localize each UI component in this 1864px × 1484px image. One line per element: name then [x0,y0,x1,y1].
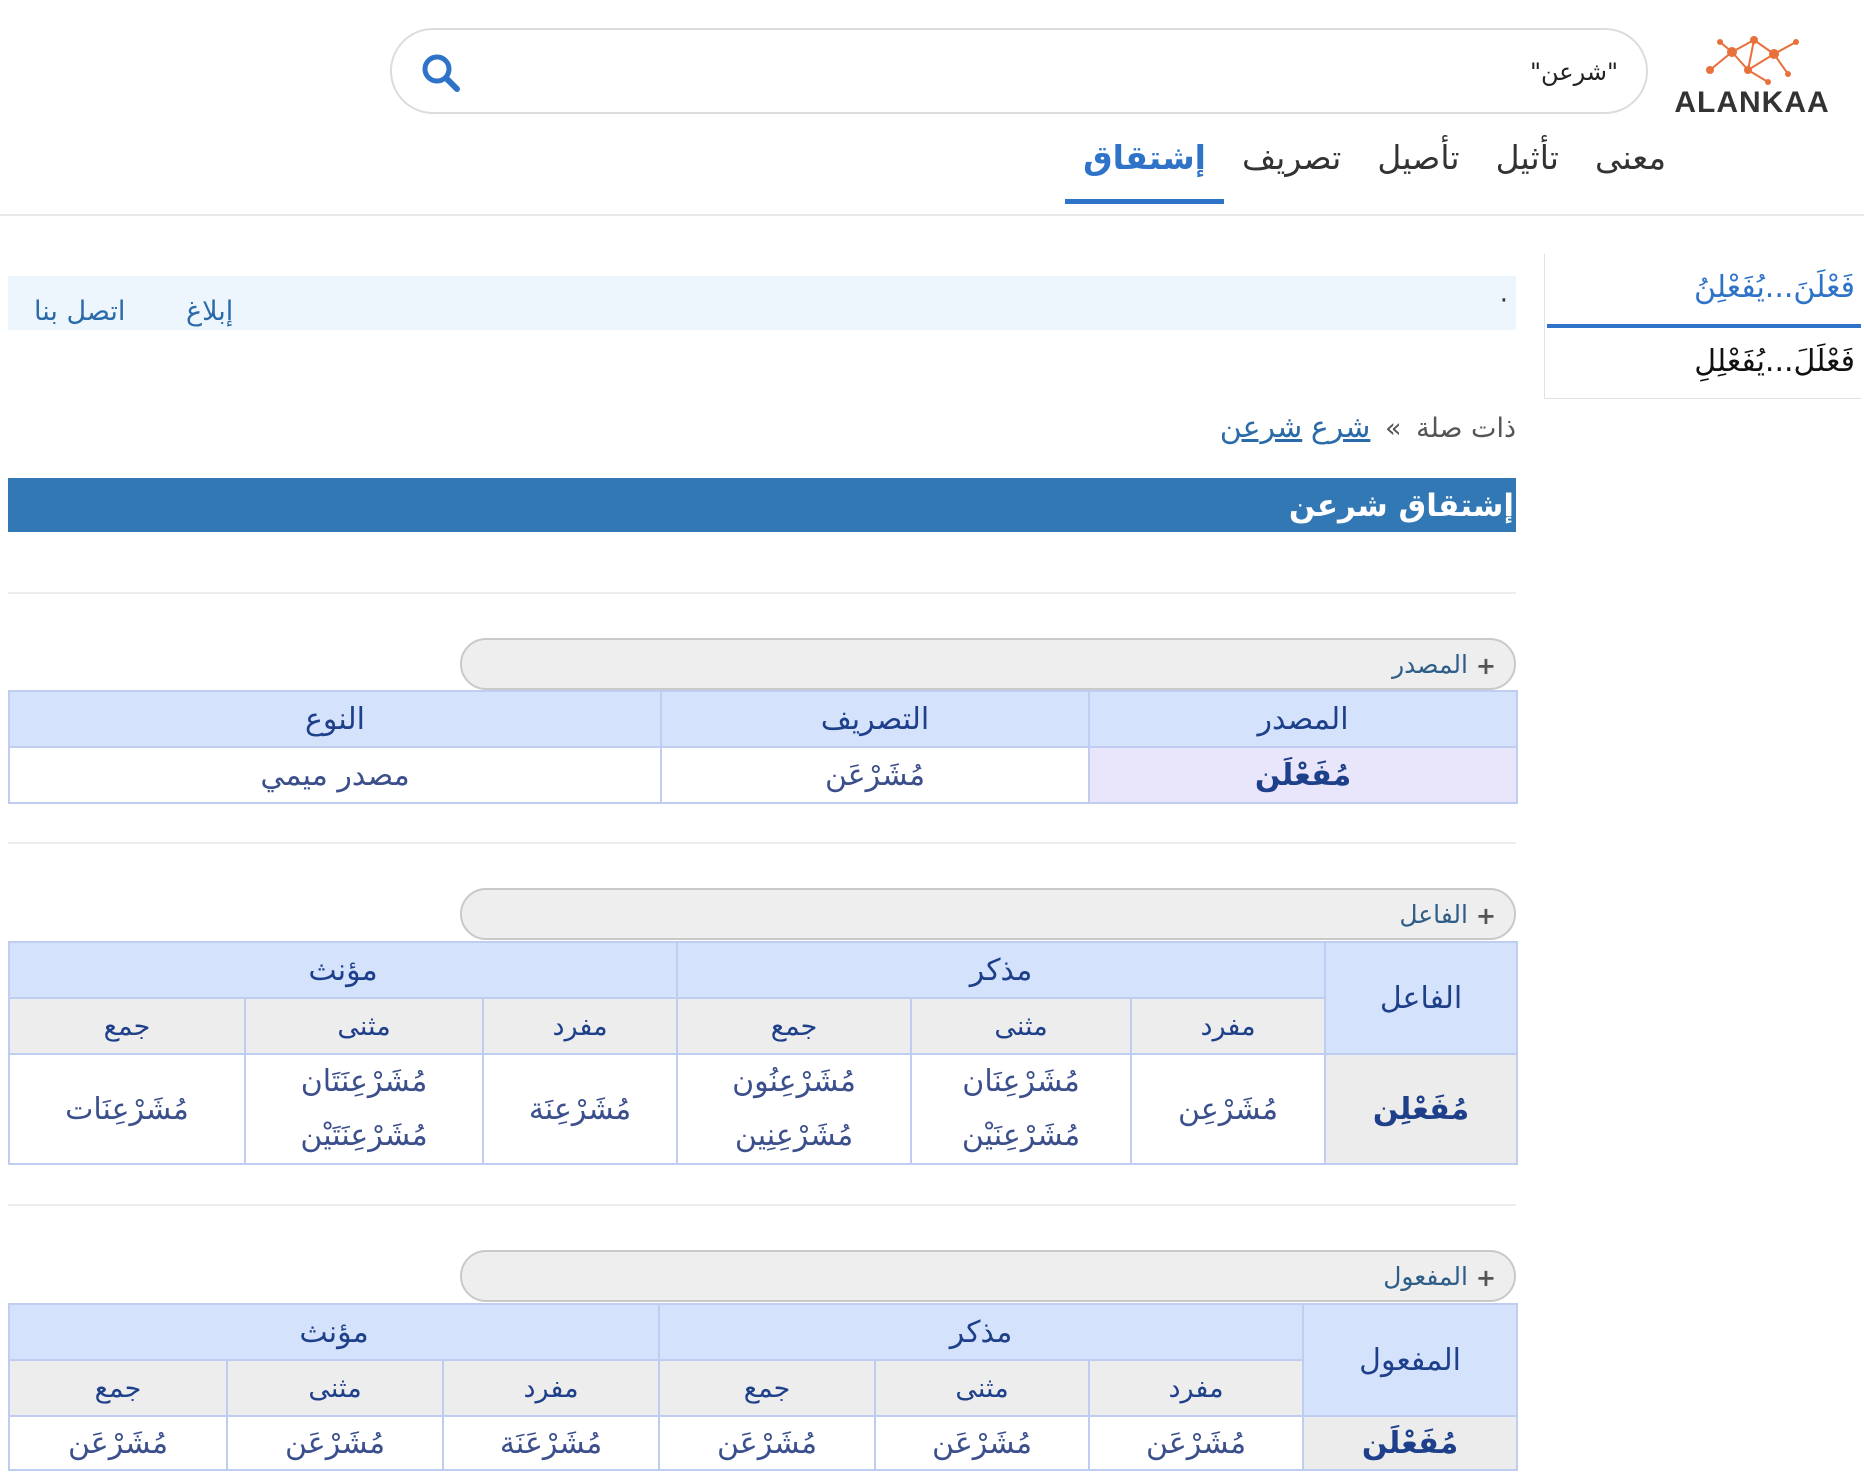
masculine-header: مذكر [676,941,1327,999]
section-title: إشتقاق شرعن [1288,488,1514,524]
fail-fem-dual-oblique: مُشَرْعِنَتَيْن [300,1118,428,1153]
tab-origin[interactable]: تأصيل [1359,130,1477,204]
type-header: النوع [8,690,662,748]
breadcrumb-separator: » [1385,413,1402,444]
breadcrumb: ذات صلة » شرع شرعن [1220,410,1516,445]
header-divider [0,214,1864,216]
singular-header: مفرد [482,997,679,1055]
divider [8,592,1516,594]
breadcrumb-prefix: ذات صلة [1416,413,1516,444]
mafool-table: المفعول مذكر مؤنث مفرد مثنى جمع مفرد مثن… [7,1303,1519,1471]
fail-masc-dual-nominative: مُشَرْعِنَان [962,1064,1080,1099]
section-title-bar: إشتقاق شرعن [8,478,1516,532]
divider [8,1204,1516,1206]
masdar-pattern: مُفَعْلَن [1088,746,1518,804]
masdar-table: المصدر التصريف النوع مُفَعْلَن مُشَرْعَن… [8,690,1518,804]
sidebar-item-faalana[interactable]: فَعْلَنَ...يُفَعْلِنُ [1694,270,1855,305]
fail-masc-plural-nominative: مُشَرْعِنُون [732,1064,856,1099]
search-input[interactable] [516,48,1620,96]
conjugation-header: التصريف [660,690,1090,748]
fail-toggle-label: الفاعل [1399,900,1468,929]
mafool-masc-dual: مُشَرْعَن [874,1415,1091,1471]
masculine-header: مذكر [658,1303,1305,1361]
mafool-fem-dual: مُشَرْعَن [226,1415,445,1471]
plural-header: جمع [7,997,247,1055]
dual-header: مثنى [226,1359,445,1417]
dual-header: مثنى [874,1359,1091,1417]
divider [8,842,1516,844]
breadcrumb-link-sharan[interactable]: شرعن [1220,410,1302,445]
search-bar [390,28,1648,114]
contact-link[interactable]: اتصل بنا [34,296,125,327]
search-icon[interactable] [420,52,462,94]
mafool-pattern: مُفَعْلَن [1302,1415,1519,1471]
mafool-masc-singular: مُشَرْعَن [1088,1415,1305,1471]
masdar-toggle-label: المصدر [1392,650,1468,679]
masdar-header: المصدر [1088,690,1518,748]
fail-fem-plural: مُشَرْعِنَات [7,1053,247,1165]
tab-meaning[interactable]: معنى [1577,130,1684,204]
fail-fem-dual: مُشَرْعِنَتَان مُشَرْعِنَتَيْن [244,1053,485,1165]
feminine-header: مؤنث [7,941,679,999]
main-tabs: معنى تأثيل تأصيل تصريف إشتقاق [1065,130,1684,204]
tab-etymology[interactable]: تأثيل [1478,130,1577,204]
singular-header: مفرد [1130,997,1327,1055]
fail-fem-singular: مُشَرْعِنَة [482,1053,679,1165]
breadcrumb-link-shara[interactable]: شرع [1311,410,1371,445]
fail-fem-dual-nominative: مُشَرْعِنَتَان [300,1064,428,1099]
fail-masc-plural: مُشَرْعِنُون مُشَرْعِنِين [676,1053,913,1165]
plural-header: جمع [658,1359,877,1417]
report-bar: · إبلاغ اتصل بنا [8,276,1516,330]
plus-icon: + [1475,1264,1496,1292]
sidebar-active-indicator [1547,324,1861,328]
tab-conjugation[interactable]: تصريف [1224,130,1359,204]
mafool-toggle-label: المفعول [1383,1262,1468,1291]
fail-masc-dual: مُشَرْعِنَان مُشَرْعِنَيْن [910,1053,1133,1165]
mafool-masc-plural: مُشَرْعَن [658,1415,877,1471]
mafool-fem-singular: مُشَرْعَنَة [442,1415,661,1471]
pattern-sidebar: فَعْلَنَ...يُفَعْلِنُ فَعْلَلَ...يُفَعْل… [1544,254,1861,399]
singular-header: مفرد [1088,1359,1305,1417]
report-dot: · [1499,286,1508,316]
singular-header: مفرد [442,1359,661,1417]
plural-header: جمع [7,1359,229,1417]
plus-icon: + [1475,652,1496,680]
fail-masc-dual-oblique: مُشَرْعِنَيْن [961,1118,1081,1153]
fail-toggle[interactable]: + الفاعل [460,888,1516,940]
mafool-fem-plural: مُشَرْعَن [7,1415,229,1471]
dual-header: مثنى [910,997,1133,1055]
feminine-header: مؤنث [7,1303,661,1361]
masdar-form: مُشَرْعَن [660,746,1090,804]
fail-pattern: مُفَعْلِن [1324,1053,1519,1165]
plural-header: جمع [676,997,913,1055]
plus-icon: + [1475,902,1496,930]
mafool-toggle[interactable]: + المفعول [460,1250,1516,1302]
fail-masc-singular: مُشَرْعِن [1130,1053,1327,1165]
tab-derivation[interactable]: إشتقاق [1065,130,1224,204]
alankaa-logo[interactable]: ALANKAA [1672,30,1832,120]
masdar-toggle[interactable]: + المصدر [460,638,1516,690]
fail-masc-plural-oblique: مُشَرْعِنِين [734,1118,854,1153]
network-logo-icon [1706,36,1799,85]
fail-corner-header: الفاعل [1324,941,1519,1055]
report-link[interactable]: إبلاغ [186,296,233,327]
mafool-corner-header: المفعول [1302,1303,1519,1417]
sidebar-item-faalala[interactable]: فَعْلَلَ...يُفَعْلِلِ [1694,344,1855,379]
masdar-type: مصدر ميمي [8,746,662,804]
brand-name: ALANKAA [1674,86,1830,119]
fail-table: الفاعل مذكر مؤنث مفرد مثنى جمع مفرد مثنى… [7,941,1519,1165]
dual-header: مثنى [244,997,485,1055]
